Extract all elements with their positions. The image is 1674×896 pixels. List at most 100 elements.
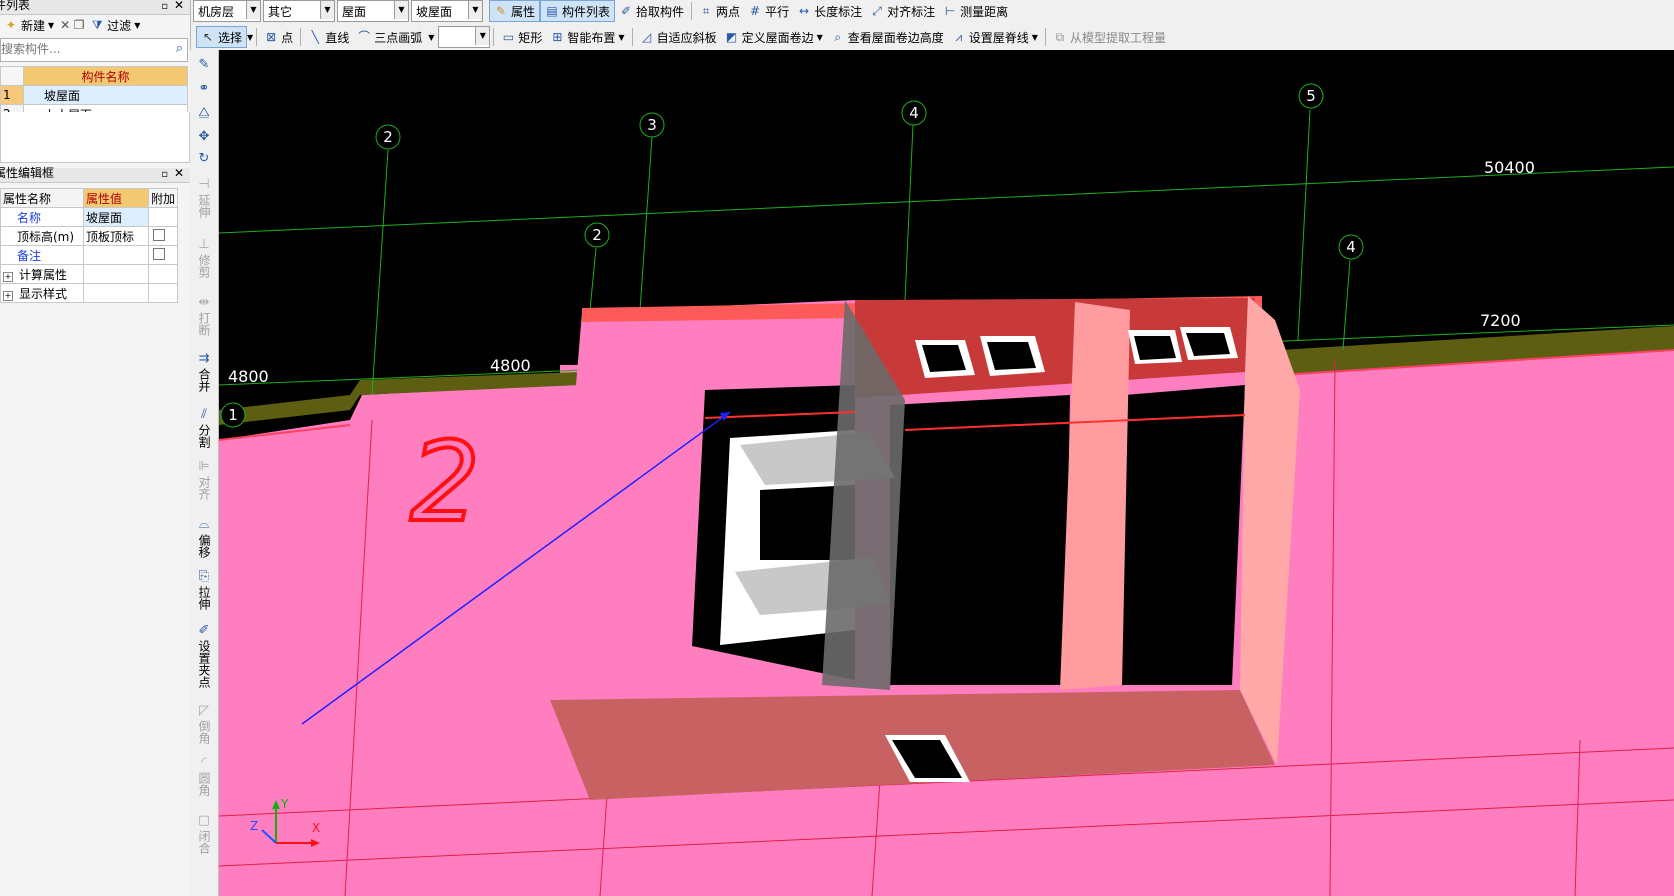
parallel-button[interactable]: # 平行 (744, 0, 793, 22)
brush-tool[interactable]: ✎ (190, 58, 218, 74)
align-tool[interactable]: ⊫ 对齐 (190, 460, 218, 501)
ridge-icon: ⩘ (955, 30, 963, 44)
move-tool[interactable]: ✥ (190, 130, 218, 146)
extract-quantity-button[interactable]: ⧉ 从模型提取工程量 (1049, 26, 1170, 48)
category-select[interactable]: 屋面 ▼ (337, 0, 409, 22)
property-row[interactable]: + 显示样式 (0, 283, 179, 303)
checkbox[interactable] (152, 228, 165, 241)
machine-room-box[interactable] (550, 296, 1300, 800)
fillet-label: 圆角 (197, 772, 211, 796)
prop-value[interactable]: 顶板顶标 (82, 226, 149, 246)
expand-icon[interactable]: + (3, 290, 13, 301)
pick-label: 拾取构件 (636, 4, 685, 19)
chamfer-tool[interactable]: ◸ 倒角 (190, 704, 218, 745)
layer-select[interactable]: 机房层 ▼ (193, 0, 261, 22)
point-button[interactable]: ⊠ 点 (260, 26, 297, 48)
property-panel-titlebar: 属性编辑框 ▫ ✕ (0, 167, 190, 183)
dropdown-arrow-icon: ▼ (394, 1, 408, 19)
dropdown-arrow-icon: ▼ (246, 1, 260, 19)
category-value: 屋面 (342, 4, 367, 19)
fillet-tool[interactable]: ◜ 圆角 (190, 756, 218, 797)
component-list-button[interactable]: ▤ 构件列表 (540, 0, 616, 22)
pick-component-button[interactable]: ✐ 拾取构件 (615, 0, 688, 22)
smart-layout-button[interactable]: ⊞ 智能布置 ▼ (546, 26, 628, 48)
line-icon: ╲ (311, 30, 319, 44)
filter-button[interactable]: ⧩ 过滤 ▼ (86, 14, 144, 36)
close-tool[interactable]: ▢ 闭合 (190, 814, 218, 855)
prop-value[interactable]: 坡屋面 (82, 207, 149, 227)
arc-mode-select[interactable]: ▼ (438, 26, 491, 48)
prop-value (82, 283, 149, 303)
property-row[interactable]: 顶标高(m) 顶板顶标 (0, 226, 179, 246)
prop-value[interactable] (82, 245, 149, 265)
checkbox[interactable] (152, 247, 165, 260)
property-row[interactable]: 备注 (0, 245, 179, 265)
dropdown-arrow-icon[interactable]: ▼ (247, 33, 253, 42)
list-icon: ▤ (546, 4, 558, 18)
expand-icon[interactable]: + (3, 271, 13, 282)
delete-icon[interactable]: ✕ (58, 18, 72, 32)
pin-icon[interactable]: ▫ (161, 0, 168, 13)
type-select[interactable]: 其它 ▼ (263, 0, 335, 22)
property-row[interactable]: + 计算属性 (0, 264, 179, 284)
component-list-title: 件列表 (0, 0, 31, 12)
copy-tool[interactable]: ⚭ (190, 82, 218, 98)
align-dim-button[interactable]: ⤢ 对齐标注 (866, 0, 939, 22)
adaptive-slope-button[interactable]: ◿ 自适应斜板 (636, 26, 721, 48)
trim-tool[interactable]: ⊥ 修剪 (190, 238, 218, 279)
row-index: 1 (0, 85, 24, 105)
search-input[interactable] (0, 39, 163, 59)
ridge-line-button[interactable]: ⩘ 设置屋脊线 ▼ (948, 26, 1042, 48)
rotate-tool[interactable]: ↻ (190, 152, 218, 168)
dimension-label: 50400 (1484, 158, 1535, 177)
close-label: 闭合 (197, 830, 211, 854)
copy-icon[interactable]: ❐ (72, 18, 86, 32)
break-icon: ⇹ (198, 295, 210, 310)
table-row[interactable]: 1 坡屋面 (0, 85, 188, 105)
3d-viewport[interactable]: 2 3 4 5 2 4 1 50400 4800 4800 7200 0 (219, 50, 1674, 896)
set-grip-tool[interactable]: ✐ 设置夹点 (190, 624, 218, 689)
smart-layout-icon: ⊞ (552, 30, 563, 44)
stretch-tool[interactable]: ⎘ 拉伸 (190, 569, 218, 611)
property-row[interactable]: 名称 坡屋面 (0, 207, 179, 227)
dropdown-arrow-icon: ▼ (48, 20, 55, 30)
offset-tool[interactable]: ⌓ 偏移 (190, 518, 218, 559)
arc-button[interactable]: ⌒ 三点画弧 ▼ (353, 26, 434, 48)
attribute-button[interactable]: ✎ 属性 (489, 0, 541, 22)
extract-icon: ⧉ (1055, 30, 1065, 44)
line-button[interactable]: ╲ 直线 (304, 26, 353, 48)
length-dim-button[interactable]: ↔ 长度标注 (793, 0, 866, 22)
measure-label: 测量距离 (960, 4, 1009, 19)
x-axis-label: X (312, 821, 320, 835)
pin-icon[interactable]: ▫ (161, 168, 168, 181)
prop-name-group[interactable]: + 显示样式 (0, 283, 84, 303)
draw-toolbar: ↖ 选择 ▼ ⊠ 点 ╲ 直线 ⌒ 三点画弧 ▼ ▼ ▭ 矩形 ⊞ 智能布置 ▼ ◿ 自适应斜板 … (196, 25, 1170, 49)
component-select[interactable]: 坡屋面 ▼ (411, 0, 483, 22)
break-tool[interactable]: ⇹ 打断 (190, 295, 218, 337)
merge-tool[interactable]: ⇉ 合并 (190, 352, 218, 393)
measure-icon: ⊢ (944, 4, 956, 18)
filter-label: 过滤 (107, 18, 132, 33)
separator (256, 28, 258, 46)
separator (300, 28, 302, 46)
slope-icon: ◿ (641, 30, 652, 44)
measure-button[interactable]: ⊢ 测量距离 (939, 0, 1012, 22)
close-icon[interactable]: ✕ (174, 167, 184, 180)
search-icon[interactable]: ⌕ (176, 41, 183, 56)
view-edge-height-button[interactable]: ⌕ 查看屋面卷边高度 (827, 26, 948, 48)
prop-name-group[interactable]: + 计算属性 (0, 264, 84, 284)
rect-button[interactable]: ▭ 矩形 (497, 26, 546, 48)
select-button[interactable]: ↖ 选择 (196, 26, 248, 48)
mirror-tool[interactable]: ⧋ (190, 106, 218, 122)
interior-cavity (890, 395, 1070, 685)
extend-tool[interactable]: ⊣ 延伸 (190, 178, 218, 219)
stretch-icon: ⎘ (198, 569, 210, 584)
col-prop-value: 属性值 (82, 188, 149, 208)
new-button[interactable]: ✦ 新建 ▼ (0, 14, 58, 36)
split-tool[interactable]: ⫽ 分割 (190, 408, 218, 449)
cursor-icon: ↖ (202, 30, 214, 44)
chamfer-label: 倒角 (197, 720, 211, 744)
define-edge-button[interactable]: ◩ 定义屋面卷边 ▼ (721, 26, 827, 48)
two-point-button[interactable]: ⌗ 两点 (695, 0, 744, 22)
close-icon[interactable]: ✕ (174, 0, 184, 12)
